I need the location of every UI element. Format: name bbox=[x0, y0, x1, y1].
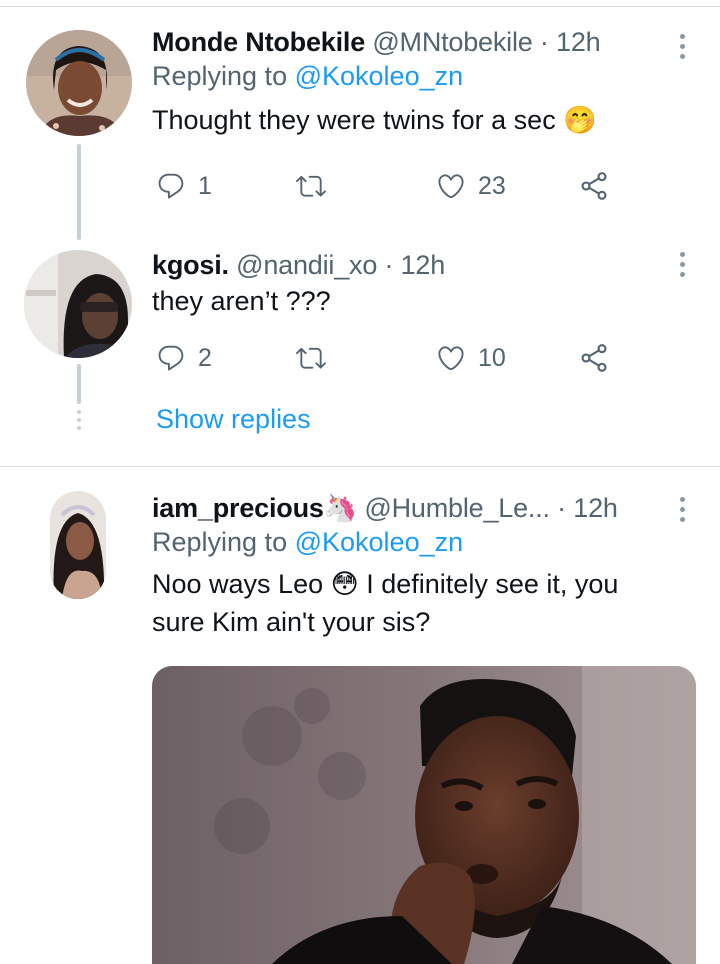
like-button[interactable]: 10 bbox=[436, 340, 506, 376]
tweet-monde[interactable]: Monde Ntobekile @MNtobekile · 12h Replyi… bbox=[0, 0, 720, 240]
share-icon bbox=[581, 344, 607, 372]
tweet-kgosi[interactable]: kgosi. @nandii_xo · 12h they aren’t ??? … bbox=[0, 240, 720, 466]
tweet-header: kgosi. @nandii_xo · 12h bbox=[152, 248, 680, 282]
thread-dot bbox=[77, 426, 81, 430]
mention-link[interactable]: @Kokoleo_zn bbox=[295, 527, 464, 557]
tweet-media-image[interactable] bbox=[152, 666, 696, 964]
reply-button[interactable]: 2 bbox=[156, 340, 212, 376]
more-options-button[interactable] bbox=[680, 34, 686, 64]
timestamp[interactable]: 12h bbox=[556, 27, 601, 57]
thread-dot bbox=[77, 410, 81, 414]
reply-button[interactable]: 1 bbox=[156, 168, 212, 204]
share-icon bbox=[581, 172, 607, 200]
tweet-header: iam_precious🦄 @Humble_Le... · 12h bbox=[152, 491, 680, 525]
replying-prefix: Replying to bbox=[152, 527, 288, 557]
avatar[interactable] bbox=[50, 491, 106, 599]
retweet-icon bbox=[296, 175, 326, 197]
avatar[interactable] bbox=[26, 30, 132, 136]
user-handle[interactable]: @nandii_xo bbox=[236, 250, 377, 280]
thread-line bbox=[77, 144, 81, 240]
user-handle[interactable]: @MNtobekile bbox=[372, 27, 532, 57]
like-button[interactable]: 23 bbox=[436, 168, 506, 204]
mention-link[interactable]: @Kokoleo_zn bbox=[295, 61, 464, 91]
thread-line bbox=[77, 364, 81, 404]
reply-icon bbox=[158, 173, 184, 199]
more-options-button[interactable] bbox=[680, 497, 686, 527]
replying-prefix: Replying to bbox=[152, 61, 288, 91]
retweet-button[interactable] bbox=[296, 168, 326, 204]
avatar[interactable] bbox=[24, 250, 132, 358]
display-name[interactable]: iam_precious🦄 bbox=[152, 493, 357, 523]
separator-dot: · bbox=[557, 493, 566, 523]
user-handle[interactable]: @Humble_Le... bbox=[364, 493, 550, 523]
tweet-text: they aren’t ??? bbox=[152, 286, 331, 316]
timestamp[interactable]: 12h bbox=[401, 250, 446, 280]
display-name[interactable]: kgosi. bbox=[152, 250, 229, 280]
separator-dot: · bbox=[539, 27, 549, 57]
like-count: 10 bbox=[478, 343, 506, 372]
reply-count: 1 bbox=[198, 171, 212, 200]
heart-icon bbox=[438, 346, 464, 371]
tweet-header: Monde Ntobekile @MNtobekile · 12h bbox=[152, 25, 680, 59]
more-options-button[interactable] bbox=[680, 252, 686, 282]
show-replies-link[interactable]: Show replies bbox=[156, 404, 311, 435]
tweet-text: Noo ways Leo 😳 I definitely see it, you … bbox=[152, 565, 680, 641]
retweet-icon bbox=[296, 347, 326, 369]
reply-count: 2 bbox=[198, 343, 212, 372]
tweet-text: Thought they were twins for a sec 🤭 bbox=[152, 105, 597, 135]
timestamp[interactable]: 12h bbox=[573, 493, 618, 523]
more-vertical-icon bbox=[680, 497, 685, 502]
share-button[interactable] bbox=[578, 168, 610, 204]
replying-to: Replying to @Kokoleo_zn bbox=[152, 525, 680, 559]
like-count: 23 bbox=[478, 171, 506, 200]
more-vertical-icon bbox=[680, 34, 685, 39]
more-vertical-icon bbox=[680, 252, 685, 257]
reply-icon bbox=[158, 345, 184, 371]
tweet-actions: 2 10 bbox=[152, 340, 632, 376]
display-name[interactable]: Monde Ntobekile bbox=[152, 27, 365, 57]
separator-dot: · bbox=[384, 250, 394, 280]
thread-dot bbox=[77, 418, 81, 422]
share-button[interactable] bbox=[578, 340, 610, 376]
heart-icon bbox=[438, 174, 464, 199]
retweet-button[interactable] bbox=[296, 340, 326, 376]
replying-to: Replying to @Kokoleo_zn bbox=[152, 59, 680, 93]
tweet-text-line: Noo ways Leo 😳 I definitely see it, you bbox=[152, 569, 619, 599]
tweet-actions: 1 23 bbox=[152, 168, 632, 204]
tweet-text-line: sure Kim ain't your sis? bbox=[152, 607, 431, 637]
